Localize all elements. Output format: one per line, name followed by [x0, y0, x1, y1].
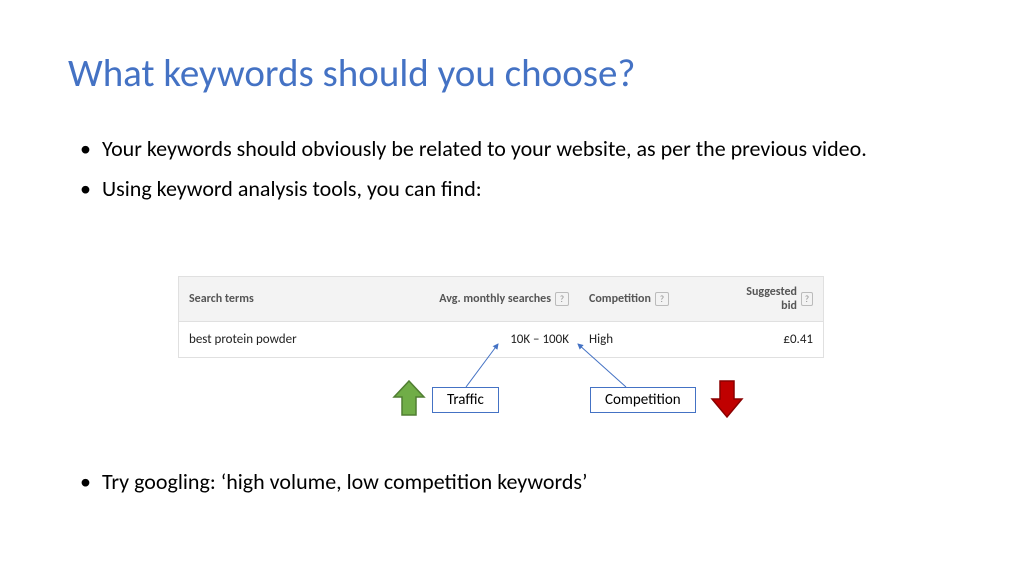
cell-competition: High [579, 322, 729, 357]
col-competition-label: Competition [589, 292, 651, 306]
col-suggested-bid: Suggested bid ? [729, 277, 823, 321]
table-row: best protein powder 10K – 100K High £0.4… [179, 322, 823, 357]
col-suggested-bid-label: Suggested bid [739, 285, 797, 313]
help-icon: ? [801, 292, 813, 306]
help-icon: ? [655, 292, 669, 306]
col-avg-monthly-label: Avg. monthly searches [439, 292, 551, 306]
callout-competition: Competition [590, 387, 696, 413]
help-icon: ? [555, 292, 569, 306]
up-arrow-icon [392, 379, 426, 419]
bullet-list: Your keywords should obviously be relate… [80, 135, 940, 214]
col-competition: Competition ? [579, 277, 729, 321]
cell-bid: £0.41 [729, 322, 823, 357]
slide-title: What keywords should you choose? [68, 50, 636, 97]
col-search-terms: Search terms [179, 277, 429, 321]
cell-term: best protein powder [179, 322, 429, 357]
bullet-item: Using keyword analysis tools, you can fi… [80, 175, 940, 203]
callout-traffic: Traffic [432, 387, 499, 413]
bullet-item: Try googling: ‘high volume, low competit… [80, 468, 588, 496]
table-header-row: Search terms Avg. monthly searches ? Com… [179, 277, 823, 322]
col-avg-monthly: Avg. monthly searches ? [429, 277, 579, 321]
cell-searches: 10K – 100K [429, 322, 579, 357]
keyword-table: Search terms Avg. monthly searches ? Com… [178, 276, 824, 358]
down-arrow-icon [710, 379, 744, 419]
bullet-item: Your keywords should obviously be relate… [80, 135, 940, 163]
